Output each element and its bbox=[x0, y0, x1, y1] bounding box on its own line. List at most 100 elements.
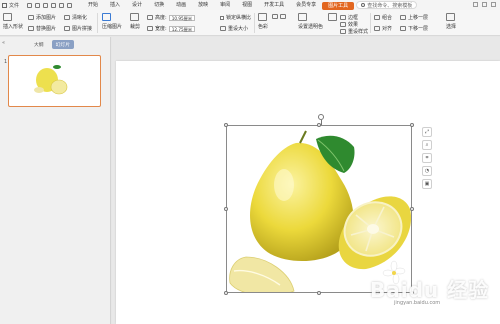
thumbnail-pomelo-image bbox=[34, 65, 68, 95]
slide-panel: « 大纲 幻灯片 1 bbox=[0, 37, 111, 324]
reset-style-button[interactable]: 重设样式 bbox=[340, 28, 368, 35]
tab-insert[interactable]: 插入 bbox=[104, 0, 126, 10]
tab-review[interactable]: 审阅 bbox=[214, 0, 236, 10]
replace-image-icon bbox=[28, 26, 34, 31]
compress-image-button[interactable]: 压缩图片 bbox=[102, 13, 122, 30]
tab-member[interactable]: 会员专享 bbox=[290, 0, 322, 10]
crop-icon[interactable]: ⌗ bbox=[422, 153, 432, 163]
insert-shape-button[interactable]: 插入形状 bbox=[3, 13, 23, 30]
lightbulb-icon[interactable]: ◔ bbox=[422, 166, 432, 176]
reset-style-icon bbox=[340, 29, 346, 34]
menu-icon bbox=[2, 2, 7, 8]
sync-icon[interactable] bbox=[473, 2, 478, 7]
clarity-label: 清晰化 bbox=[72, 15, 88, 21]
compress-label: 压缩图片 bbox=[102, 24, 123, 30]
picture-style-icon bbox=[328, 13, 337, 21]
add-image-label: 添加图片 bbox=[36, 15, 57, 21]
crop-button[interactable]: 裁剪 bbox=[130, 13, 141, 30]
command-search[interactable]: 查找命令、搜索模板 bbox=[356, 1, 418, 9]
outline-button[interactable]: 边框 bbox=[340, 14, 358, 21]
height-input[interactable]: 10.95厘米 bbox=[168, 14, 196, 21]
resize-handle-bottom-left[interactable] bbox=[224, 291, 228, 295]
contrast-icon[interactable] bbox=[280, 14, 286, 19]
effects-icon bbox=[340, 22, 346, 27]
lock-ratio-box[interactable] bbox=[220, 15, 224, 20]
image-split-button[interactable]: 图片拼接 bbox=[64, 25, 92, 32]
color-button[interactable]: 色彩 bbox=[258, 13, 269, 30]
resize-handle-top-right[interactable] bbox=[410, 123, 414, 127]
resize-handle-left[interactable] bbox=[224, 207, 228, 211]
save-icon[interactable] bbox=[27, 2, 33, 8]
clarity-button[interactable]: 清晰化 bbox=[64, 14, 87, 21]
slide-thumbnail[interactable] bbox=[8, 55, 101, 107]
resize-handle-top-left[interactable] bbox=[224, 123, 228, 127]
preview-icon[interactable] bbox=[51, 2, 57, 8]
tab-animation[interactable]: 动画 bbox=[170, 0, 192, 10]
color-icon bbox=[258, 13, 267, 21]
height-icon bbox=[147, 15, 153, 20]
move-up-button[interactable]: 上移一层 bbox=[400, 14, 428, 21]
move-down-icon bbox=[400, 26, 406, 31]
move-down-label: 下移一层 bbox=[408, 26, 429, 32]
width-field[interactable]: 宽度: 12.75厘米 bbox=[147, 25, 197, 32]
replace-image-button[interactable]: 替换图片 bbox=[28, 25, 56, 32]
picture-frame-icon[interactable]: ▣ bbox=[422, 179, 432, 189]
image-effects-icons bbox=[272, 14, 288, 19]
baidu-watermark: Baidu 经验 jingyan.baidu.com bbox=[354, 270, 494, 306]
align-button[interactable]: 对齐 bbox=[374, 25, 392, 32]
tab-picture-tools[interactable]: 图片工具 bbox=[322, 1, 355, 10]
clarity-icon bbox=[64, 15, 70, 20]
combine-button[interactable]: 组合 bbox=[374, 14, 392, 21]
reset-size-button[interactable]: 重设大小 bbox=[220, 25, 248, 32]
tab-developer[interactable]: 开发工具 bbox=[258, 0, 290, 10]
tab-home[interactable]: 开始 bbox=[82, 0, 104, 10]
image-split-icon bbox=[64, 26, 70, 31]
transparent-icon bbox=[298, 13, 307, 21]
undo-icon[interactable] bbox=[59, 2, 65, 8]
tab-design[interactable]: 设计 bbox=[126, 0, 148, 10]
more-icon[interactable] bbox=[491, 2, 496, 7]
move-down-button[interactable]: 下移一层 bbox=[400, 25, 428, 32]
effects-label: 效果 bbox=[348, 22, 359, 28]
replace-image-label: 替换图片 bbox=[36, 26, 57, 32]
window-controls bbox=[473, 2, 496, 7]
tab-slideshow[interactable]: 放映 bbox=[192, 0, 214, 10]
share-icon[interactable] bbox=[482, 2, 487, 7]
select-button[interactable]: 选择 bbox=[446, 13, 457, 30]
tab-slides[interactable]: 幻灯片 bbox=[51, 40, 75, 49]
reset-style-label: 重设样式 bbox=[348, 29, 369, 35]
width-input[interactable]: 12.75厘米 bbox=[168, 25, 196, 32]
tab-outline[interactable]: 大纲 bbox=[30, 40, 48, 49]
width-icon bbox=[147, 26, 153, 31]
effects-button[interactable]: 效果 bbox=[340, 21, 358, 28]
zoom-icon[interactable]: ⌕ bbox=[422, 140, 432, 150]
tab-transitions[interactable]: 切换 bbox=[148, 0, 170, 10]
lock-ratio-checkbox[interactable]: 锁定纵横比 bbox=[220, 14, 251, 21]
layout-options-icon[interactable]: ⤢ bbox=[422, 127, 432, 137]
redo-icon[interactable] bbox=[67, 2, 73, 8]
compress-icon bbox=[102, 13, 111, 21]
height-label: 高度: bbox=[155, 15, 167, 21]
picture-style-button[interactable] bbox=[328, 13, 339, 21]
crop-label: 裁剪 bbox=[130, 24, 141, 30]
resize-handle-top[interactable] bbox=[317, 123, 321, 127]
resize-handle-right[interactable] bbox=[410, 207, 414, 211]
print-icon[interactable] bbox=[43, 2, 49, 8]
rotate-handle-icon[interactable] bbox=[318, 114, 324, 120]
resize-handle-bottom[interactable] bbox=[317, 291, 321, 295]
search-placeholder: 查找命令、搜索模板 bbox=[367, 2, 413, 9]
move-up-icon bbox=[400, 15, 406, 20]
height-field[interactable]: 高度: 10.95厘米 bbox=[147, 14, 197, 21]
select-icon bbox=[446, 13, 455, 21]
slide-number: 1 bbox=[4, 59, 8, 65]
add-image-button[interactable]: 添加图片 bbox=[28, 14, 56, 21]
open-icon[interactable] bbox=[35, 2, 41, 8]
brightness-icon[interactable] bbox=[272, 14, 278, 19]
set-transparent-button[interactable]: 设置透明色 bbox=[298, 13, 323, 30]
selection-frame bbox=[226, 125, 412, 293]
watermark-url: jingyan.baidu.com bbox=[394, 300, 441, 306]
image-split-label: 图片拼接 bbox=[72, 26, 93, 32]
tab-view[interactable]: 视图 bbox=[236, 0, 258, 10]
file-menu[interactable]: 文件 bbox=[0, 0, 23, 10]
add-image-icon bbox=[28, 15, 34, 20]
